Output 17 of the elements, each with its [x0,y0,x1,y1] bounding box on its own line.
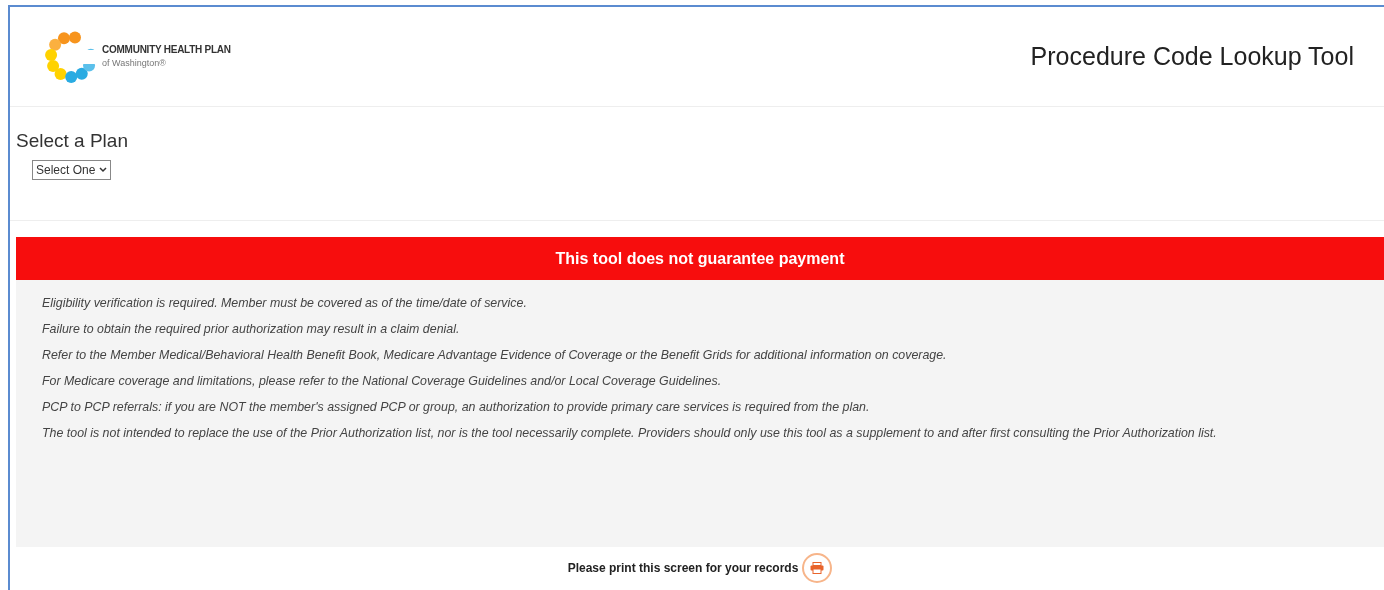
print-prompt: Please print this screen for your records [567,560,799,577]
printer-icon [810,562,825,574]
warning-banner: This tool does not guarantee payment [16,237,1384,280]
note-text: PCP to PCP referrals: if you are NOT the member's assigned PCP or group, an authorization to provide primary care services is required from the plan. [42,399,871,416]
logo-wordmark: COMMUNITY HEALTH PLAN [102,43,231,58]
note-text: The tool is not intended to replace the use of the Prior Authorization list, nor is the tool necessarily complete. Providers should only use this tool as a supplement to and after first consulting the Prior Authorization list. [42,425,1218,442]
logo-icon [44,29,98,84]
page-title: Procedure Code Lookup Tool [1030,40,1354,72]
note-text: Failure to obtain the required prior authorization may result in a claim denial. [42,321,461,338]
chevron-down-icon [99,166,108,173]
logo-subtitle: of Washington® [102,57,167,71]
plan-dropdown[interactable]: Select One [32,159,112,180]
note-text: Eligibility verification is required. Member must be covered as of the time/date of service. [42,295,528,312]
print-button[interactable] [802,553,833,583]
note-text: Refer to the Member Medical/Behavioral Health Benefit Book, Medicare Advantage Evidence of Coverage or the Benefit Grids for additional information on coverage. [42,347,948,364]
plan-label: Select a Plan [16,129,129,153]
note-text: For Medicare coverage and limitations, please refer to the National Coverage Guidelines and/or Local Coverage Guidelines. [42,373,723,390]
